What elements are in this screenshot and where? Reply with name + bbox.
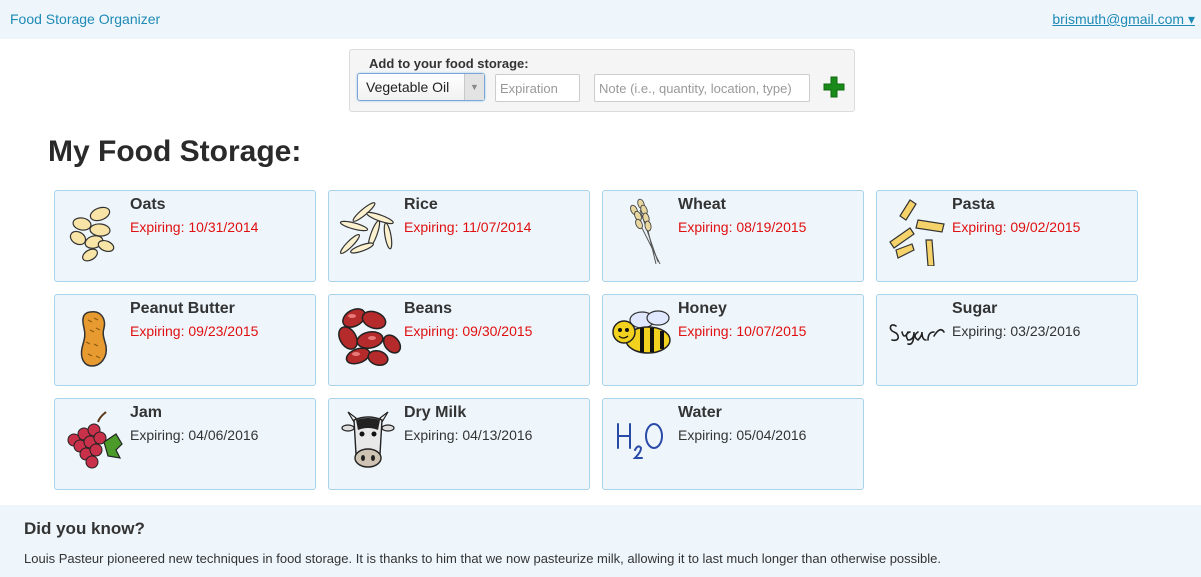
top-nav-bar: Food Storage Organizer brismuth@gmail.co… — [0, 0, 1201, 39]
expiration-date: Expiring: 04/06/2016 — [130, 427, 259, 443]
food-card-dry-milk[interactable]: Dry Milk Expiring: 04/13/2016 — [328, 398, 590, 490]
expiration-date: Expiring: 05/04/2016 — [678, 427, 807, 443]
food-name: Beans — [404, 300, 453, 317]
food-card-honey[interactable]: Honey Expiring: 10/07/2015 — [602, 294, 864, 386]
food-name: Oats — [130, 196, 166, 213]
add-food-button[interactable] — [822, 75, 846, 99]
food-card-rice[interactable]: Rice Expiring: 11/07/2014 — [328, 190, 590, 282]
expiration-date: Expiring: 03/23/2016 — [952, 323, 1081, 339]
food-card-sugar[interactable]: Sugar Expiring: 03/23/2016 — [876, 294, 1138, 386]
food-name: Rice — [404, 196, 438, 213]
food-name: Wheat — [678, 196, 726, 213]
h2o-icon — [617, 423, 663, 459]
bee-icon — [612, 310, 671, 354]
food-name: Peanut Butter — [130, 300, 235, 317]
grapes-icon — [67, 411, 123, 469]
food-card-water[interactable]: Water Expiring: 05/04/2016 — [602, 398, 864, 490]
note-input[interactable] — [594, 74, 810, 102]
app-title-link[interactable]: Food Storage Organizer — [10, 11, 160, 27]
food-type-selected-value: Vegetable Oil — [366, 79, 450, 95]
add-food-panel: Add to your food storage: Vegetable Oil … — [349, 49, 855, 112]
food-name: Honey — [678, 300, 727, 317]
expiration-date: Expiring: 11/07/2014 — [404, 219, 532, 235]
user-account-menu[interactable]: brismuth@gmail.com ▾ — [1052, 11, 1195, 28]
expiration-input[interactable] — [495, 74, 580, 102]
pasta-icon — [889, 199, 945, 266]
food-name: Jam — [130, 404, 163, 421]
food-name: Sugar — [952, 300, 998, 317]
expiration-date: Expiring: 04/13/2016 — [404, 427, 533, 443]
oats-icon — [69, 206, 115, 262]
food-name: Dry Milk — [404, 404, 467, 421]
did-you-know-title: Did you know? — [24, 519, 145, 538]
food-card-wheat[interactable]: Wheat Expiring: 08/19/2015 — [602, 190, 864, 282]
food-type-select[interactable]: Vegetable Oil ▼ — [357, 73, 485, 101]
add-food-title: Add to your food storage: — [369, 56, 529, 71]
expiration-date: Expiring: 09/23/2015 — [130, 323, 259, 339]
food-name: Pasta — [952, 196, 995, 213]
expiration-date: Expiring: 09/02/2015 — [952, 219, 1081, 235]
beans-icon — [338, 308, 402, 366]
food-card-jam[interactable]: Jam Expiring: 04/06/2016 — [54, 398, 316, 490]
food-card-peanut-butter[interactable]: Peanut Butter Expiring: 09/23/2015 — [54, 294, 316, 386]
cow-icon — [341, 411, 395, 468]
did-you-know-panel: Did you know? Louis Pasteur pioneered ne… — [0, 505, 1201, 577]
expiration-date: Expiring: 09/30/2015 — [404, 323, 533, 339]
plus-icon — [823, 76, 845, 98]
expiration-date: Expiring: 10/31/2014 — [130, 219, 259, 235]
did-you-know-text: Louis Pasteur pioneered new techniques i… — [24, 551, 942, 566]
chevron-down-icon[interactable]: ▼ — [464, 74, 484, 100]
food-card-beans[interactable]: Beans Expiring: 09/30/2015 — [328, 294, 590, 386]
wheat-icon — [630, 198, 661, 265]
sugar-script-icon — [889, 324, 945, 346]
page-title: My Food Storage: — [48, 135, 302, 168]
food-card-pasta[interactable]: Pasta Expiring: 09/02/2015 — [876, 190, 1138, 282]
expiration-date: Expiring: 08/19/2015 — [678, 219, 807, 235]
rice-icon — [339, 202, 394, 255]
peanut-icon — [80, 311, 108, 367]
expiration-date: Expiring: 10/07/2015 — [678, 323, 807, 339]
food-name: Water — [678, 404, 722, 421]
food-card-oats[interactable]: Oats Expiring: 10/31/2014 — [54, 190, 316, 282]
